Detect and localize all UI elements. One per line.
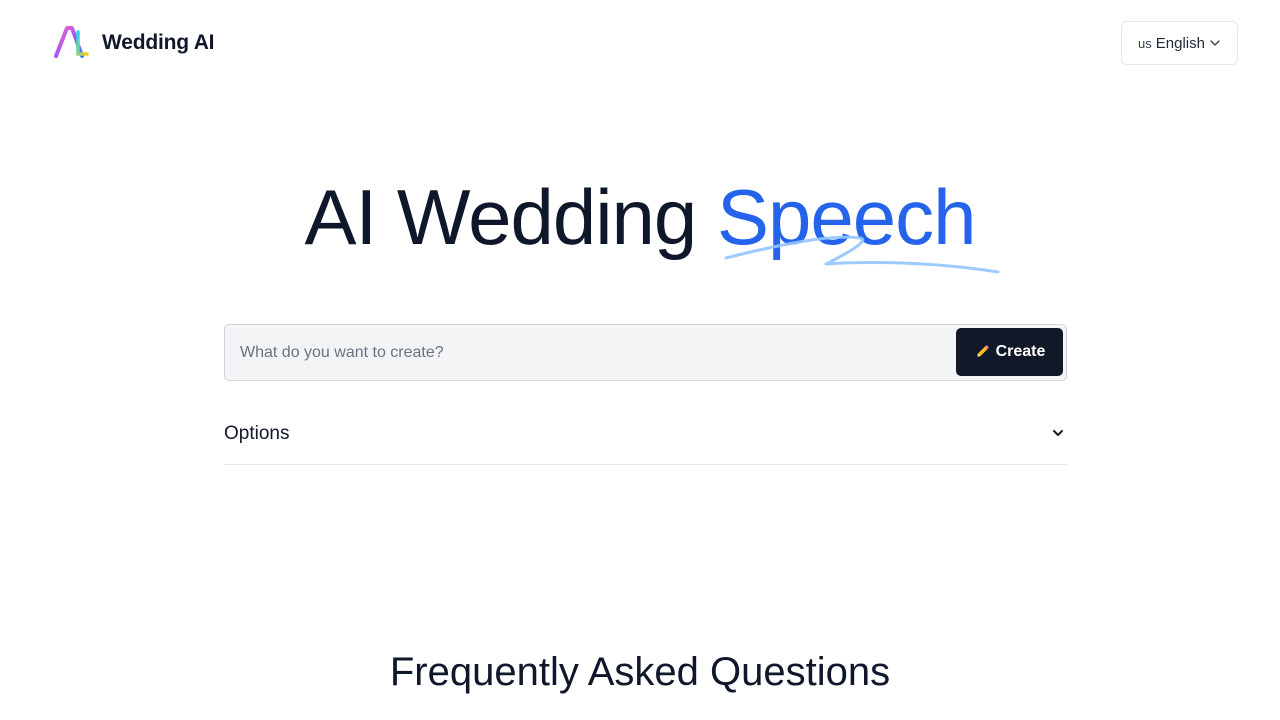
ai-logo-icon xyxy=(54,26,89,58)
brand-name: Wedding AI xyxy=(102,31,215,54)
language-label: English xyxy=(1155,34,1205,52)
title-main: AI Wedding xyxy=(304,173,717,261)
prompt-input[interactable] xyxy=(225,325,945,380)
options-label: Options xyxy=(224,423,290,444)
prompt-form: Create xyxy=(224,324,1067,381)
options-toggle[interactable]: Options xyxy=(224,410,1067,465)
create-label: Create xyxy=(995,343,1046,360)
language-selector[interactable]: us English xyxy=(1121,21,1238,65)
pencil-icon xyxy=(976,345,989,357)
site-header: Wedding AI us English xyxy=(0,0,1280,86)
chevron-down-icon xyxy=(1210,40,1220,46)
flag-us: us xyxy=(1138,35,1152,51)
create-button[interactable]: Create xyxy=(956,328,1063,376)
underline-squiggle xyxy=(724,235,1000,274)
brand-link[interactable]: Wedding AI xyxy=(52,24,215,62)
page-title: AI Wedding Speech xyxy=(0,172,1280,262)
faq-heading: Frequently Asked Questions xyxy=(389,650,891,694)
chevron-down-icon xyxy=(1053,430,1063,436)
